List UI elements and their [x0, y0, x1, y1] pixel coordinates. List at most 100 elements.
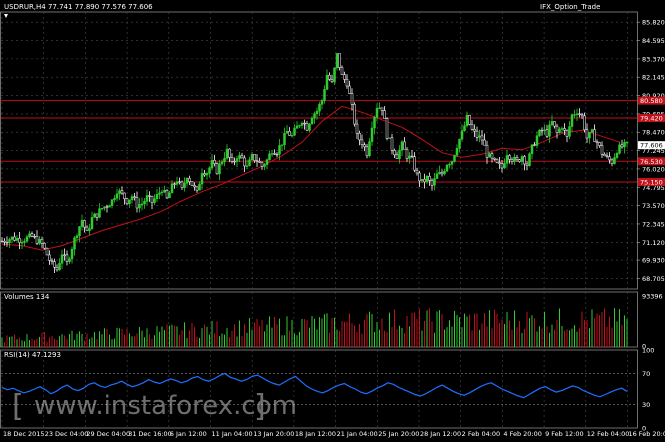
last-price-label: 77.606 — [640, 142, 663, 150]
candle-body — [593, 129, 596, 142]
candle-body — [518, 159, 521, 162]
candle-body — [75, 235, 79, 239]
candle-body — [118, 190, 121, 195]
candle-body — [313, 113, 316, 119]
candle-body — [10, 236, 14, 240]
candle-body — [43, 243, 46, 249]
candle-body — [533, 144, 536, 146]
candle-body — [530, 144, 534, 154]
candle-body — [383, 110, 386, 119]
candle-body — [173, 183, 176, 185]
candle-body — [458, 138, 461, 149]
candle-body — [445, 164, 449, 172]
candle-body — [330, 79, 334, 83]
candle-body — [138, 204, 141, 209]
y-tick-label: 82.145 — [642, 74, 665, 82]
candle-body — [245, 165, 249, 167]
candle-body — [65, 254, 69, 262]
candle-body — [95, 213, 99, 218]
chart-canvas: 85.82084.59583.37082.14580.92079.69578.4… — [0, 3, 665, 438]
candle-body — [358, 132, 361, 141]
candle-body — [70, 248, 74, 260]
candle-body — [328, 74, 331, 80]
candle-body — [320, 100, 324, 105]
candle-body — [338, 53, 341, 68]
candle-body — [115, 193, 119, 199]
level-price-label: 80.580 — [640, 97, 663, 105]
candle-body — [345, 79, 349, 87]
candle-body — [178, 181, 181, 183]
candle-body — [573, 114, 576, 116]
candle-body — [468, 114, 471, 125]
candle-body — [278, 145, 281, 155]
candle-body — [33, 235, 36, 238]
candle-body — [13, 236, 16, 241]
x-tick-label: 12 Feb 04:00 — [587, 430, 630, 438]
candle-body — [348, 85, 351, 94]
candle-body — [575, 113, 579, 115]
candle-body — [495, 159, 499, 163]
candle-body — [553, 121, 556, 127]
candle-body — [225, 148, 229, 159]
y-tick-label: 73.570 — [642, 202, 665, 210]
level-price-label: 76.530 — [640, 158, 663, 166]
y-tick-label: 78.470 — [642, 129, 665, 137]
chart-marker-icon — [4, 14, 8, 18]
candle-body — [133, 196, 136, 198]
candle-body — [200, 173, 204, 185]
candle-body — [325, 74, 329, 90]
y-tick-label: 71.120 — [642, 239, 665, 247]
candle-body — [375, 108, 379, 118]
candle-body — [413, 156, 416, 171]
candle-body — [250, 154, 254, 161]
candle-body — [408, 155, 411, 159]
candle-body — [618, 144, 621, 154]
candle-body — [58, 263, 61, 271]
candle-body — [30, 233, 34, 237]
candle-body — [393, 150, 396, 156]
candle-body — [403, 141, 406, 150]
candle-body — [18, 238, 21, 243]
candle-body — [558, 128, 561, 133]
candle-body — [388, 137, 391, 139]
candle-body — [120, 190, 124, 194]
level-price-label: 79.420 — [640, 115, 663, 123]
candle-body — [448, 163, 451, 166]
candle-body — [360, 139, 364, 145]
candle-body — [233, 161, 236, 163]
candle-body — [130, 196, 134, 201]
candle-body — [113, 198, 116, 200]
candle-body — [490, 153, 494, 159]
candle-body — [505, 155, 509, 164]
candle-body — [265, 159, 269, 165]
candle-body — [210, 160, 214, 169]
candle-body — [288, 131, 291, 136]
candle-body — [428, 176, 431, 181]
candle-body — [50, 260, 54, 262]
candle-body — [230, 157, 234, 162]
candle-body — [370, 127, 374, 142]
chart-window: 85.82084.59583.37082.14580.92079.69578.4… — [0, 0, 665, 442]
x-tick-label: 6 Jan 12:00 — [170, 430, 207, 438]
candle-body — [410, 155, 414, 158]
candle-body — [550, 121, 554, 126]
candle-body — [60, 254, 64, 264]
candle-body — [90, 217, 94, 229]
candle-body — [155, 194, 159, 200]
candle-body — [238, 155, 241, 159]
candle-body — [463, 125, 466, 131]
candle-body — [268, 153, 271, 160]
x-tick-label: 9 Feb 12:00 — [545, 430, 584, 438]
candle-body — [73, 237, 76, 250]
candle-body — [198, 183, 201, 191]
candle-body — [25, 236, 29, 242]
candle-body — [243, 157, 246, 167]
candle-body — [298, 125, 301, 127]
candle-body — [290, 135, 294, 137]
candle-body — [78, 226, 81, 237]
candle-body — [455, 148, 459, 156]
candle-body — [143, 201, 146, 205]
candle-body — [485, 144, 489, 158]
candle-body — [273, 153, 276, 155]
candle-body — [283, 133, 286, 146]
